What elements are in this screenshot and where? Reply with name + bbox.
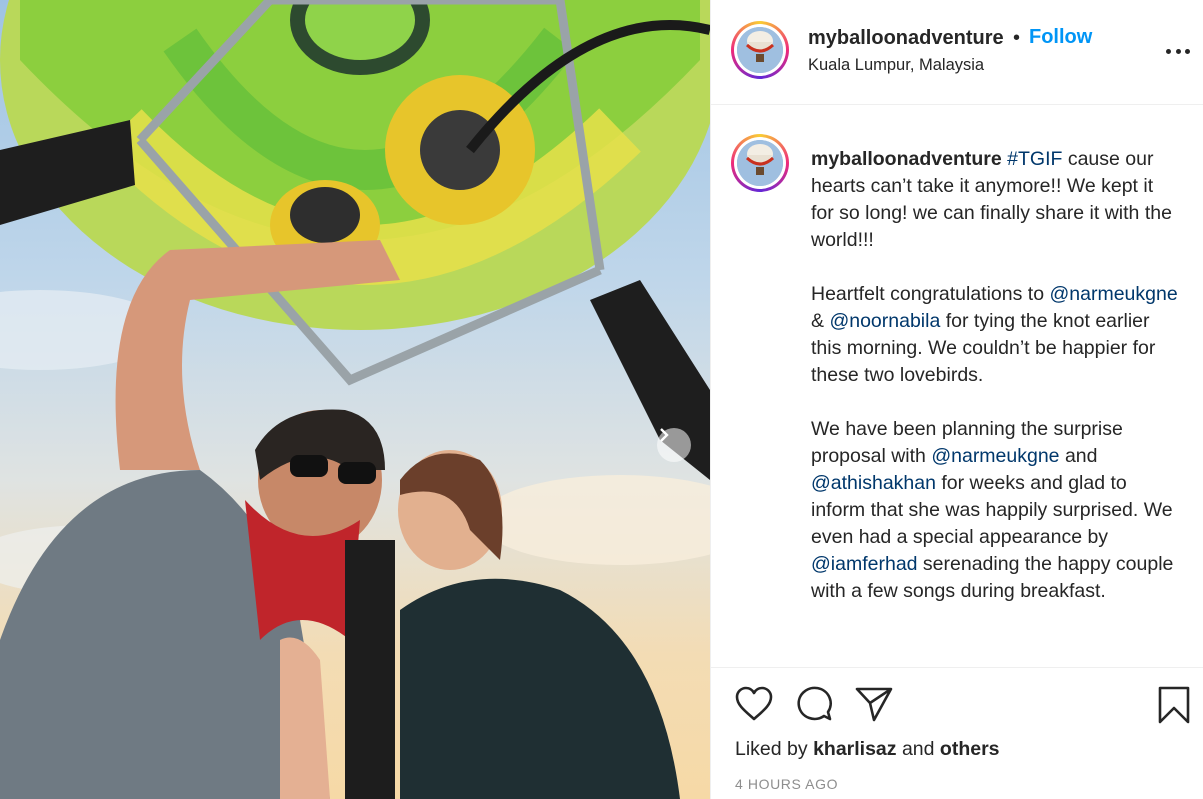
balloon-avatar-image — [737, 27, 783, 73]
post-timestamp[interactable]: 4 HOURS AGO — [735, 776, 838, 792]
follow-button[interactable]: Follow — [1029, 26, 1092, 49]
mention-link[interactable]: @narmeukgne — [931, 445, 1059, 467]
bookmark-icon[interactable] — [1157, 686, 1191, 724]
chevron-right-icon — [660, 428, 669, 442]
next-photo-button[interactable] — [657, 428, 691, 462]
mention-link[interactable]: @noornabila — [829, 310, 940, 332]
action-bar: Liked by kharlisaz and others 4 HOURS AG… — [711, 667, 1203, 799]
post-location[interactable]: Kuala Lumpur, Malaysia — [808, 56, 984, 75]
mention-link[interactable]: @athishakhan — [811, 472, 936, 494]
heart-icon[interactable] — [735, 686, 773, 722]
likes-others[interactable]: others — [940, 738, 1000, 760]
caption-text: and — [1059, 445, 1103, 467]
balloon-photo-illustration — [0, 0, 710, 799]
paper-plane-icon[interactable] — [855, 686, 893, 722]
post-photo[interactable] — [0, 0, 710, 799]
post-caption: myballoonadventure #TGIF cause our heart… — [811, 146, 1181, 605]
likes-prefix: Liked by — [735, 738, 808, 760]
separator-dot: • — [1013, 27, 1021, 49]
likes-joiner: and — [901, 738, 935, 760]
post-side-panel: myballoonadventure • Follow Kuala Lumpur… — [710, 0, 1203, 799]
comments-area: myballoonadventure #TGIF cause our heart… — [711, 106, 1203, 666]
liked-by-user[interactable]: kharlisaz — [813, 738, 896, 760]
mention-link[interactable]: @narmeukgne — [1049, 283, 1177, 305]
caption-text: cause our hearts can’t take it anymore!!… — [811, 148, 1172, 305]
more-options-icon[interactable] — [1166, 46, 1190, 56]
likes-summary: Liked by kharlisaz and others — [735, 738, 1000, 761]
hashtag-link[interactable]: #TGIF — [1007, 148, 1062, 170]
post-username[interactable]: myballoonadventure — [808, 27, 1004, 50]
comment-icon[interactable] — [795, 686, 833, 722]
avatar[interactable] — [731, 21, 789, 79]
caption-text: for tying the knot earlier this morning.… — [811, 310, 1156, 467]
balloon-avatar-image — [737, 140, 783, 186]
caption-username[interactable]: myballoonadventure — [811, 148, 1002, 170]
caption-avatar[interactable] — [731, 134, 789, 192]
mention-link[interactable]: @iamferhad — [811, 553, 918, 575]
post-header: myballoonadventure • Follow Kuala Lumpur… — [711, 0, 1203, 105]
